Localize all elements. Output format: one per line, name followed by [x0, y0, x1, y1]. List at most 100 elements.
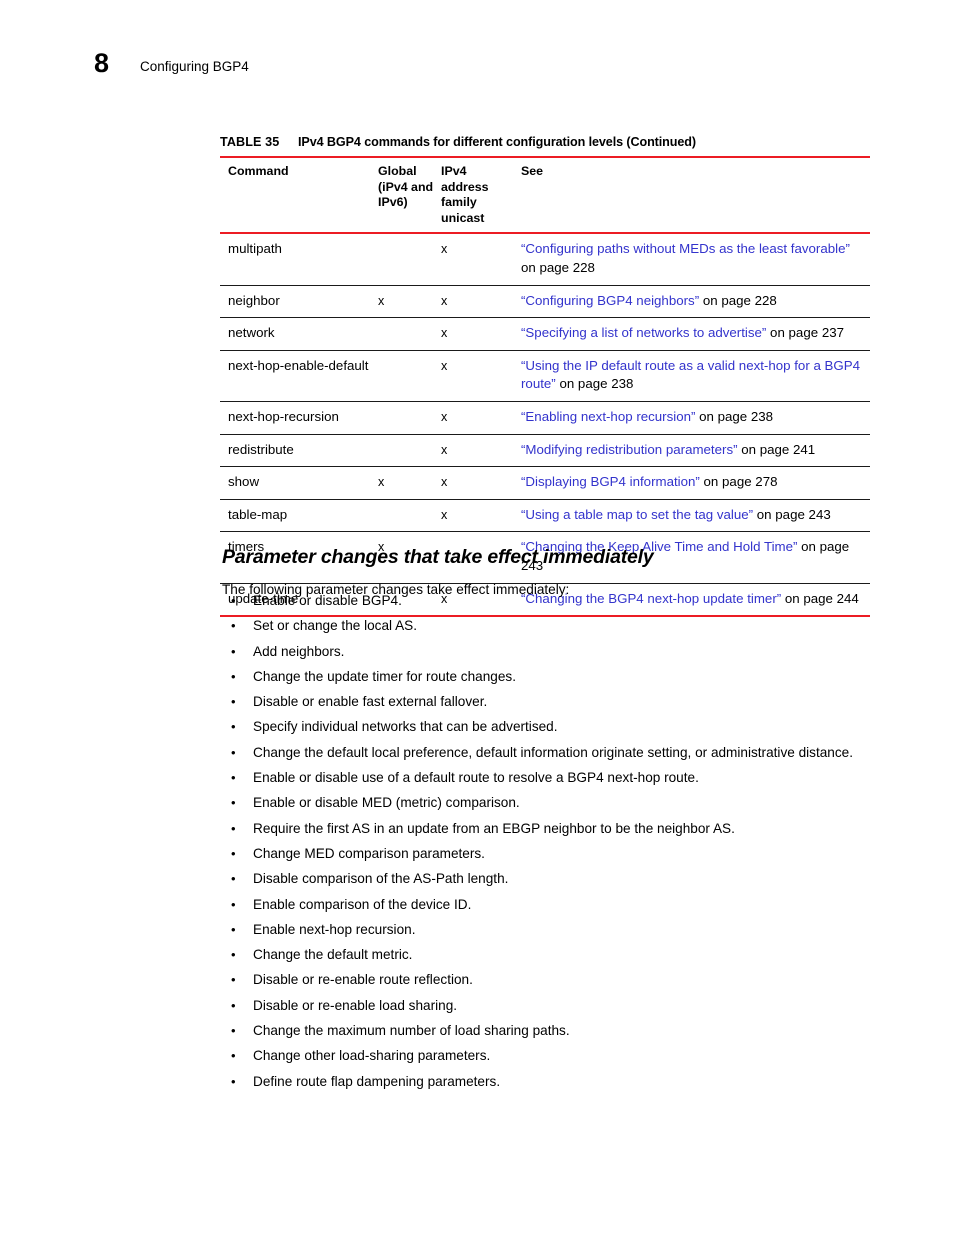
list-item-label: Disable or re-enable route reflection.: [253, 972, 473, 988]
table-row: table-map x “Using a table map to set the …: [220, 498, 870, 532]
list-item: • Define route flap dampening parameters.: [222, 1073, 874, 1091]
table-caption: TABLE 35 IPv4 BGP4 commands for differen…: [220, 135, 870, 156]
cross-reference-page: on page 243: [753, 506, 831, 522]
list-item-label: Enable or disable use of a default route…: [253, 770, 699, 786]
cell-see-reference: “Configuring paths without MEDs as the l…: [521, 234, 870, 285]
bullet-icon: •: [231, 1048, 236, 1064]
bullet-icon: •: [231, 947, 236, 963]
bullet-icon: •: [231, 694, 236, 710]
bullet-icon: •: [231, 770, 236, 786]
cell-global-mark: x: [378, 284, 441, 318]
list-item: • Change the default metric.: [222, 946, 874, 964]
section-heading: Parameter changes that take effect immed…: [222, 546, 654, 569]
parameter-changes-list: • Enable or disable BGP4. • Set or change t…: [222, 592, 874, 1098]
list-item-label: Require the first AS in an update from a…: [253, 820, 735, 836]
column-header-see: See: [521, 164, 544, 179]
cross-reference-link[interactable]: “Enabling next-hop recursion”: [521, 409, 695, 424]
cross-reference-page: on page 278: [699, 474, 778, 490]
list-item-label: Disable comparison of the AS-Path length…: [253, 871, 509, 887]
list-item-label: Change the maximum number of load sharin…: [253, 1023, 570, 1039]
mark-glyph: x: [441, 293, 448, 308]
list-item: • Change the update timer for route chang…: [222, 668, 874, 686]
cell-ipv4-af-mark: x: [441, 349, 521, 402]
cell-ipv4-af-mark: x: [441, 400, 521, 435]
cross-reference-link[interactable]: “Modifying redistribution parameters”: [521, 442, 738, 457]
list-item-label: Change the default local preference, def…: [253, 744, 853, 760]
cell-command: next-hop-enable-default: [220, 349, 378, 402]
column-header-ipv4-line1: IPv4 address: [441, 164, 489, 194]
cross-reference-link[interactable]: “Specifying a list of networks to advert…: [521, 325, 766, 340]
list-item: • Enable next-hop recursion.: [222, 921, 874, 939]
list-item: • Enable or disable MED (metric) comparis…: [222, 794, 874, 812]
list-item-label: Specify individual networks that can be …: [253, 719, 558, 735]
column-header-global-line1: Global: [378, 164, 417, 179]
column-header-ipv4-address-family-unicast: IPv4 address family unicast: [441, 158, 521, 232]
cross-reference-page: on page 237: [766, 325, 844, 341]
table-caption-label: TABLE 35: [220, 135, 280, 149]
list-item-label: Enable or disable MED (metric) compariso…: [253, 795, 520, 811]
bullet-icon: •: [231, 972, 236, 988]
table-caption-text: IPv4 BGP4 commands for different configu…: [298, 135, 696, 149]
cross-reference-page: on page 228: [699, 292, 777, 308]
cross-reference-page: on page 238: [555, 376, 634, 392]
bullet-icon: •: [231, 1073, 236, 1089]
cross-reference-link[interactable]: “Displaying BGP4 information”: [521, 474, 700, 489]
cell-ipv4-af-mark: x: [441, 234, 521, 285]
column-header-ipv4-line2: family unicast: [441, 195, 485, 225]
cell-global-mark: [378, 400, 441, 435]
table-row: multipath x “Configuring paths without MED…: [220, 234, 870, 285]
bullet-icon: •: [231, 896, 236, 912]
cross-reference-page: on page 228: [521, 259, 595, 275]
cell-see-reference: “Enabling next-hop recursion” on page 23…: [521, 400, 870, 435]
cell-see-reference: “Using a table map to set the tag value”…: [521, 498, 870, 532]
list-item: • Disable comparison of the AS-Path lengt…: [222, 870, 874, 888]
cell-global-mark: [378, 498, 441, 532]
cell-ipv4-af-mark: x: [441, 317, 521, 351]
list-item: • Change the maximum number of load shari…: [222, 1022, 874, 1040]
bullet-icon: •: [231, 795, 236, 811]
cell-see-reference: “Configuring BGP4 neighbors” on page 228: [521, 284, 870, 318]
bullet-icon: •: [231, 719, 236, 735]
list-item-label: Enable comparison of the device ID.: [253, 896, 472, 912]
mark-glyph: x: [441, 475, 448, 490]
cell-global-mark: x: [378, 466, 441, 500]
table-row: redistribute x “Modifying redistribution p…: [220, 433, 870, 467]
bullet-icon: •: [231, 643, 236, 659]
list-item-label: Enable next-hop recursion.: [253, 921, 416, 937]
cell-command: table-map: [220, 498, 378, 532]
mark-glyph: x: [441, 409, 448, 424]
cell-command: neighbor: [220, 284, 378, 318]
bullet-icon: •: [231, 871, 236, 887]
chapter-number: 8: [94, 48, 109, 78]
list-item-label: Enable or disable BGP4.: [253, 593, 402, 608]
cell-command: next-hop-recursion: [220, 400, 378, 435]
list-item: • Specify individual networks that can be…: [222, 718, 874, 736]
cross-reference-link[interactable]: “Configuring BGP4 neighbors”: [521, 293, 699, 308]
list-item-label: Disable or re-enable load sharing.: [253, 997, 458, 1013]
list-item: • Add neighbors.: [222, 643, 874, 661]
list-item: • Disable or enable fast external fallove…: [222, 693, 874, 711]
mark-glyph: x: [441, 507, 448, 522]
mark-glyph: x: [441, 442, 448, 457]
list-item-label: Define route flap dampening parameters.: [253, 1073, 501, 1089]
table-row: next-hop-recursion x “Enabling next-hop re…: [220, 400, 870, 435]
list-item: • Change MED comparison parameters.: [222, 845, 874, 863]
list-item-label: Add neighbors.: [253, 643, 345, 659]
bullet-icon: •: [231, 593, 236, 608]
cell-command: network: [220, 317, 378, 351]
list-item: • Enable or disable BGP4.: [222, 592, 874, 610]
column-header-global-line2: (iPv4 and: [378, 179, 434, 194]
cell-see-reference: “Modifying redistribution parameters” on…: [521, 433, 870, 467]
cell-command: redistribute: [220, 433, 378, 467]
column-header-global: Global (iPv4 and IPv6): [378, 158, 441, 232]
cross-reference-link[interactable]: “Configuring paths without MEDs as the l…: [521, 241, 850, 256]
list-item-label: Change other load-sharing parameters.: [253, 1048, 491, 1064]
table-row: show x x “Displaying BGP4 information” on p…: [220, 466, 870, 500]
chapter-title: Configuring BGP4: [140, 59, 249, 74]
running-head: 8 Configuring BGP4: [94, 48, 794, 88]
bullet-icon: •: [231, 820, 236, 836]
list-item-label: Set or change the local AS.: [253, 618, 417, 634]
cell-see-reference: “Specifying a list of networks to advert…: [521, 317, 870, 351]
table-header-row: Command Global (iPv4 and IPv6) IPv4 addr…: [220, 158, 870, 232]
cross-reference-link[interactable]: “Using a table map to set the tag value”: [521, 507, 753, 522]
